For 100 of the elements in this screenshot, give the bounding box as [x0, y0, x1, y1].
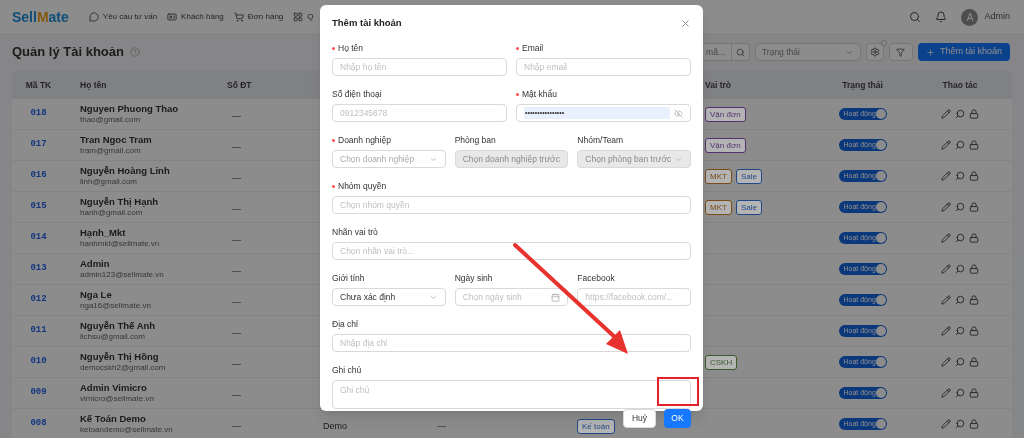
account-code[interactable]: 012	[30, 293, 47, 307]
lock-icon[interactable]	[969, 202, 979, 212]
phone-cell: —	[232, 204, 241, 214]
ok-button[interactable]: OK	[664, 409, 691, 428]
edit-icon[interactable]	[941, 109, 951, 119]
magnifier-icon[interactable]	[955, 109, 965, 119]
search-icon[interactable]	[909, 11, 922, 23]
account-email: nga16@sellmate.vn	[80, 300, 152, 311]
status-select[interactable]: Trạng thái	[754, 43, 861, 61]
magnifier-icon[interactable]	[955, 171, 965, 181]
role-tag: Sale	[735, 199, 762, 215]
lock-icon[interactable]	[969, 419, 979, 429]
role-tag: Vận đơn	[705, 137, 746, 153]
cancel-button[interactable]: Huỷ	[622, 409, 656, 428]
logo[interactable]: SellMate	[12, 6, 69, 28]
account-code[interactable]: 011	[30, 324, 47, 338]
account-name: Tran Ngoc Tram	[80, 134, 153, 146]
field-label: Nhãn vai trò	[332, 225, 378, 239]
account-code[interactable]: 013	[30, 262, 47, 276]
account-name: Kế Toán Demo	[80, 413, 147, 425]
edit-icon[interactable]	[941, 326, 951, 336]
role-tag: CSKH	[705, 354, 738, 370]
nav-item[interactable]: Yêu cầu tư vấn	[88, 11, 158, 23]
lock-icon[interactable]	[969, 388, 979, 398]
account-code[interactable]: 016	[30, 169, 47, 183]
account-code[interactable]: 008	[30, 417, 47, 431]
account-email: admin123@sellmate.vn	[80, 269, 165, 280]
edit-icon[interactable]	[941, 357, 951, 367]
field-label: Nhóm quyền	[332, 179, 387, 193]
column-header: Mã TK	[25, 78, 52, 92]
magnifier-icon[interactable]	[955, 202, 965, 212]
account-name: Nguyen Phuong Thao	[80, 103, 180, 115]
edit-icon[interactable]	[941, 202, 951, 212]
account-name: Nga Le	[80, 289, 113, 301]
account-code[interactable]: 014	[30, 231, 47, 245]
field-label: Ghi chú	[332, 363, 362, 377]
account-email: ketoandemo@sellmate.vn	[80, 424, 174, 435]
field-label: Số điện thoại	[332, 87, 382, 101]
role-tag: Kế toán	[577, 419, 615, 434]
avatar[interactable]: A	[961, 8, 979, 26]
edit-icon[interactable]	[941, 233, 951, 243]
cart-icon	[233, 12, 244, 22]
magnifier-icon[interactable]	[955, 357, 965, 367]
search-icon	[735, 47, 745, 57]
phone-cell: —	[232, 235, 241, 245]
magnifier-icon[interactable]	[955, 326, 965, 336]
dialog-title: Thêm tài khoản	[332, 15, 402, 30]
filter-button[interactable]	[888, 43, 913, 61]
nav-item[interactable]: Q	[293, 11, 314, 23]
select-field[interactable]: Chọn doanh nghiệp	[332, 150, 446, 168]
field-label: Họ tên	[332, 41, 364, 55]
settings-icon	[869, 47, 880, 57]
account-name: Nguyễn Thế Anh	[80, 320, 157, 332]
lock-icon[interactable]	[969, 109, 979, 119]
lock-icon[interactable]	[969, 140, 979, 150]
nav-item[interactable]: Khách hàng	[167, 11, 224, 23]
account-code[interactable]: 010	[30, 355, 47, 369]
field-label: Facebook	[577, 271, 615, 285]
magnifier-icon[interactable]	[955, 140, 965, 150]
magnifier-icon[interactable]	[955, 233, 965, 243]
field-label: Doanh nghiệp	[332, 133, 391, 147]
magnifier-icon[interactable]	[955, 388, 965, 398]
account-name: Admin	[80, 258, 111, 270]
nav-item[interactable]: Đơn hàng	[233, 11, 284, 23]
edit-icon[interactable]	[941, 171, 951, 181]
lock-icon[interactable]	[969, 326, 979, 336]
select-field[interactable]: Chưa xác định	[332, 288, 446, 306]
table-cell: Demo	[323, 421, 347, 431]
magnifier-icon[interactable]	[955, 295, 965, 305]
edit-icon[interactable]	[941, 264, 951, 274]
bell-icon[interactable]	[935, 11, 948, 23]
account-email: linh@gmail.com	[80, 176, 139, 187]
edit-icon[interactable]	[941, 388, 951, 398]
settings-button[interactable]	[865, 43, 884, 61]
account-code[interactable]: 018	[30, 107, 47, 121]
lock-icon[interactable]	[969, 295, 979, 305]
role-tag: Vận đơn	[705, 106, 746, 122]
role-tag: MKT	[705, 168, 732, 184]
lock-icon[interactable]	[969, 357, 979, 367]
add-account-button[interactable]: Thêm tài khoản	[917, 43, 1010, 61]
input-field[interactable]: https://facebook.com/...	[577, 288, 691, 306]
chat-icon	[88, 12, 99, 22]
account-email: thao@gmail.com	[80, 114, 142, 125]
id-card-icon	[167, 12, 178, 22]
account-code[interactable]: 009	[30, 386, 47, 400]
input-field[interactable]: 0912345678	[332, 104, 507, 122]
edit-icon[interactable]	[941, 295, 951, 305]
edit-icon[interactable]	[941, 419, 951, 429]
field-label: Phòng ban	[454, 133, 496, 147]
account-code[interactable]: 017	[30, 138, 47, 152]
magnifier-icon[interactable]	[955, 419, 965, 429]
close-icon[interactable]	[680, 17, 691, 29]
account-code[interactable]: 015	[30, 200, 47, 214]
lock-icon[interactable]	[969, 264, 979, 274]
magnifier-icon[interactable]	[955, 264, 965, 274]
field-label: Ngày sinh	[454, 271, 493, 285]
lock-icon[interactable]	[969, 233, 979, 243]
phone-cell: —	[232, 173, 241, 183]
edit-icon[interactable]	[941, 140, 951, 150]
lock-icon[interactable]	[969, 171, 979, 181]
